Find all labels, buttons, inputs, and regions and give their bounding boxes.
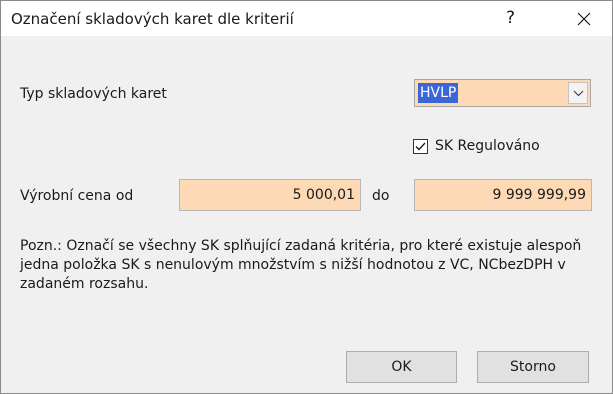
regulated-checkbox-row[interactable]: SK Regulováno: [413, 136, 540, 156]
help-button[interactable]: ?: [488, 1, 533, 36]
close-icon: [577, 12, 591, 25]
checkmark-icon: [415, 142, 426, 150]
card-type-label: Typ skladových karet: [20, 86, 167, 102]
dialog-window: Označení skladových karet dle kriterií ?…: [0, 0, 613, 394]
ok-button[interactable]: OK: [346, 351, 457, 383]
close-button[interactable]: [556, 1, 612, 36]
card-type-value: HVLP: [418, 83, 459, 103]
price-from-label: Výrobní cena od: [20, 188, 134, 204]
dialog-title: Označení skladových karet dle kriterií: [11, 10, 294, 28]
price-to-input[interactable]: 9 999 999,99: [414, 179, 592, 211]
dropdown-arrow-button[interactable]: [568, 82, 588, 104]
price-to-label: do: [372, 188, 390, 204]
chevron-down-icon: [573, 90, 583, 96]
title-bar: Označení skladových karet dle kriterií ?: [1, 1, 612, 36]
regulated-label: SK Regulováno: [435, 138, 540, 154]
price-from-input[interactable]: 5 000,01: [179, 179, 361, 211]
card-type-select[interactable]: HVLP: [414, 79, 591, 107]
cancel-button[interactable]: Storno: [477, 351, 589, 383]
note-text: Pozn.: Označí se všechny SK splňující za…: [20, 238, 582, 292]
regulated-checkbox[interactable]: [413, 138, 428, 154]
